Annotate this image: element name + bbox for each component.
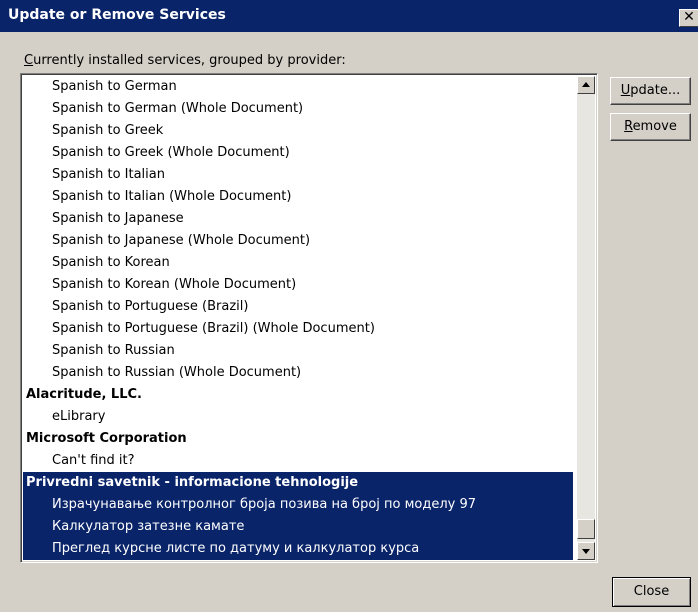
window-title: Update or Remove Services: [8, 7, 226, 23]
service-list-item[interactable]: Spanish to German (Whole Document): [23, 98, 573, 120]
scroll-up-button[interactable]: [577, 76, 595, 94]
close-icon[interactable]: ✕: [679, 9, 698, 27]
service-list-item[interactable]: Spanish to Greek: [23, 120, 573, 142]
service-list-item[interactable]: Израчунавање контролног броја позива на …: [23, 494, 573, 516]
service-list-item[interactable]: Spanish to Russian: [23, 340, 573, 362]
label-text: urrently installed services, grouped by …: [33, 53, 346, 68]
close-button[interactable]: Close: [612, 577, 691, 607]
services-list-rows: Spanish to German Spanish to German (Whol…: [23, 76, 573, 560]
provider-group-row[interactable]: Alacritude, LLC.: [23, 384, 573, 406]
service-list-item[interactable]: Spanish to Korean (Whole Document): [23, 274, 573, 296]
update-accelerator: U: [620, 83, 631, 98]
service-list-item[interactable]: Spanish to German: [23, 76, 573, 98]
title-bar[interactable]: Update or Remove Services ✕: [0, 0, 698, 32]
remove-button[interactable]: Remove: [610, 113, 691, 141]
service-list-item[interactable]: Spanish to Japanese: [23, 208, 573, 230]
scroll-down-button[interactable]: [577, 542, 595, 560]
label-accelerator: C: [24, 53, 34, 68]
update-remove-services-dialog: Update or Remove Services ✕ Currently in…: [0, 0, 698, 612]
service-list-item[interactable]: Преглед курсне листе по датуму и калкула…: [23, 538, 573, 560]
update-button[interactable]: Update...: [610, 77, 691, 105]
service-list-item[interactable]: Spanish to Italian: [23, 164, 573, 186]
service-list-item[interactable]: Spanish to Italian (Whole Document): [23, 186, 573, 208]
remove-accelerator: R: [624, 119, 633, 134]
vertical-scrollbar[interactable]: [577, 76, 595, 560]
remove-label: emove: [632, 119, 677, 134]
service-list-item[interactable]: Spanish to Korean: [23, 252, 573, 274]
service-list-item[interactable]: Spanish to Japanese (Whole Document): [23, 230, 573, 252]
update-label: pdate...: [630, 83, 681, 98]
scrollbar-thumb[interactable]: [577, 519, 595, 539]
service-list-item[interactable]: Spanish to Portuguese (Brazil): [23, 296, 573, 318]
provider-group-row[interactable]: Microsoft Corporation: [23, 428, 573, 450]
service-list-item[interactable]: Spanish to Russian (Whole Document): [23, 362, 573, 384]
service-list-item[interactable]: eLibrary: [23, 406, 573, 428]
service-list-item[interactable]: Spanish to Portuguese (Brazil) (Whole Do…: [23, 318, 573, 340]
scroll-up-arrow-icon: [582, 82, 590, 87]
service-list-item[interactable]: Калкулатор затезне камате: [23, 516, 573, 538]
scroll-down-arrow-icon: [582, 549, 590, 554]
services-listbox[interactable]: Spanish to German Spanish to German (Whol…: [20, 73, 598, 563]
services-list-label: Currently installed services, grouped by…: [24, 53, 346, 68]
service-list-item[interactable]: Can't find it?: [23, 450, 573, 472]
service-list-item[interactable]: Spanish to Greek (Whole Document): [23, 142, 573, 164]
provider-group-row[interactable]: Privredni savetnik - informacione tehnol…: [23, 472, 573, 494]
